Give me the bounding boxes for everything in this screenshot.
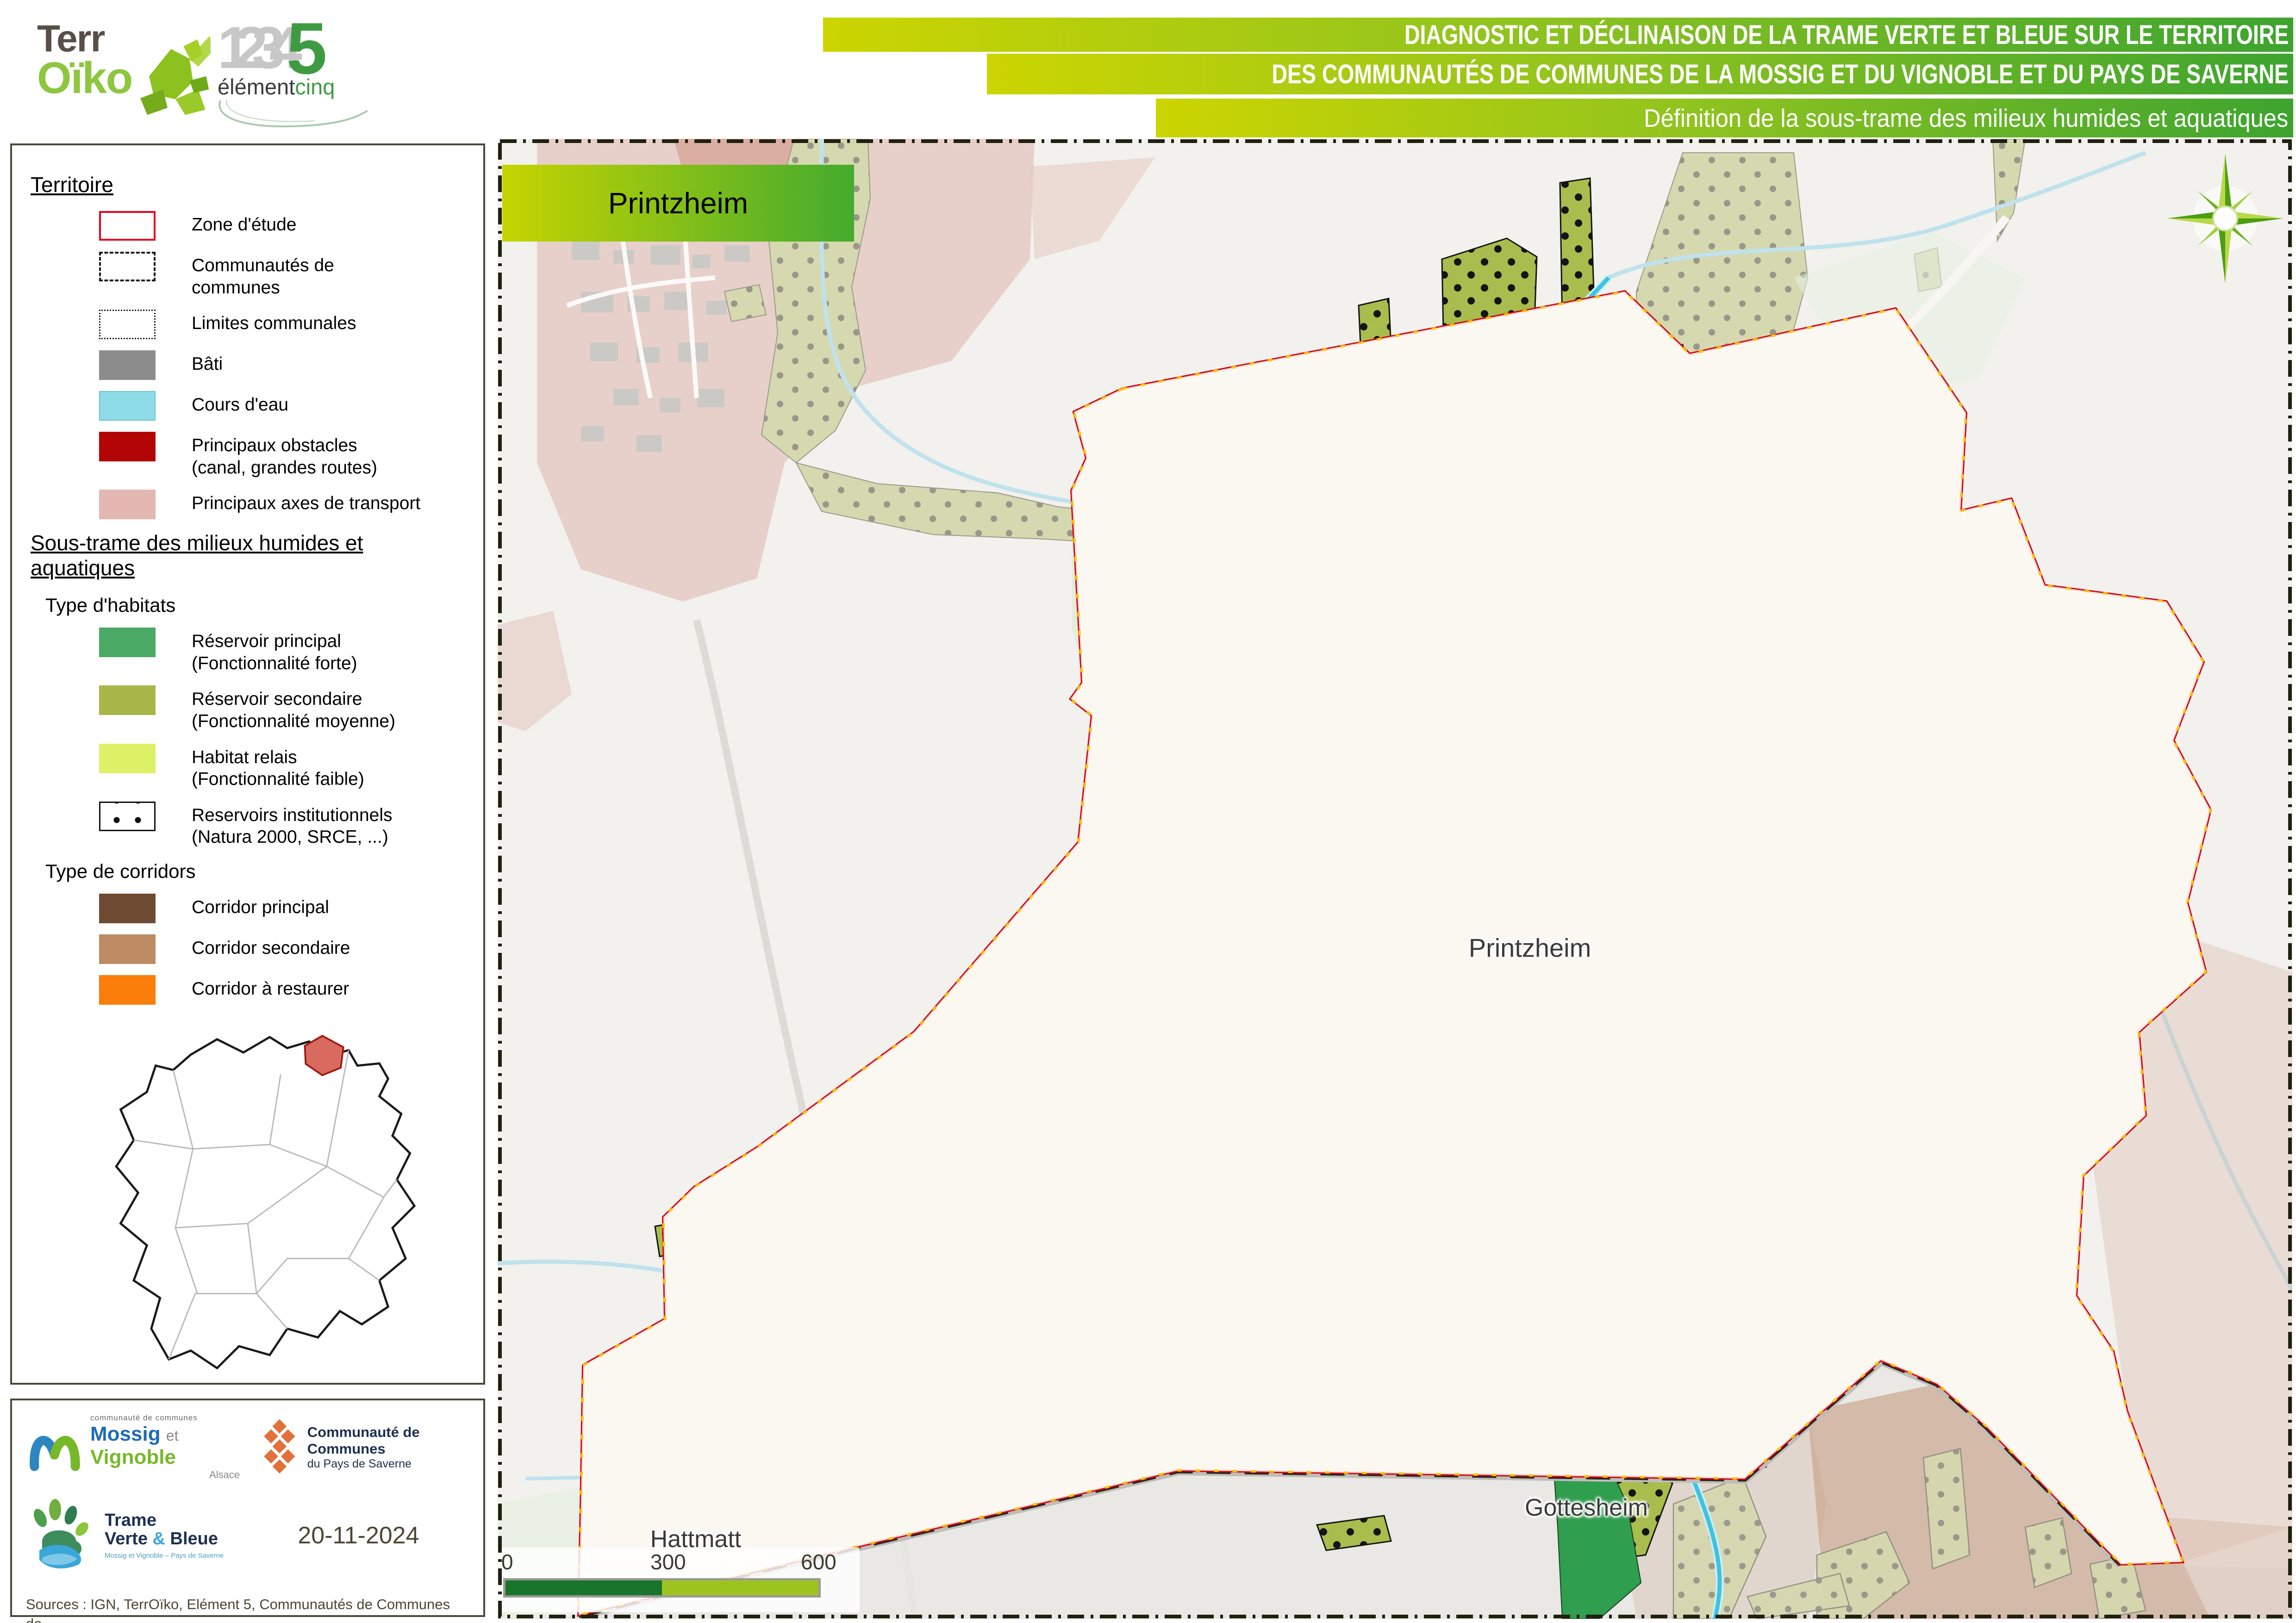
reservoirs-institutionnels-swatch <box>99 802 156 831</box>
legend-item-corridor-restaurer: Corridor à restaurer <box>99 975 469 1005</box>
legend-item-cours-eau: Cours d'eau <box>99 391 469 421</box>
zone-etude-swatch <box>99 211 156 241</box>
pays-saverne-logo: Communauté de Communes du Pays de Savern… <box>258 1412 469 1482</box>
banner-title-3: Définition de la sous-trame des milieux … <box>1156 99 2293 137</box>
legend-item-reservoir-secondaire: Réservoir secondaire (Fonctionnalité moy… <box>99 685 469 732</box>
scale-0: 0 <box>501 1549 513 1574</box>
credits-panel: communauté de communes Mossig et Vignobl… <box>10 1399 485 1617</box>
terroiko-text-1: Terr <box>37 21 132 57</box>
scale-300: 300 <box>650 1549 686 1574</box>
transport-swatch <box>99 490 156 519</box>
label-gottesheim: Gottesheim <box>1525 1494 1648 1522</box>
map-canvas[interactable]: Printzheim Printzheim Hattmatt Gotteshei… <box>498 139 2292 1619</box>
frog-icon <box>123 21 211 127</box>
legend-item-limites: Limites communales <box>99 310 469 339</box>
map-date: 20-11-2024 <box>298 1522 419 1549</box>
mossig-vignoble-logo: communauté de communes Mossig et Vignobl… <box>26 1413 240 1481</box>
banner-title-1-text: DIAGNOSTIC ET DÉCLINAISON DE LA TRAME VE… <box>1404 19 2293 50</box>
label-printzheim: Printzheim <box>1469 933 1591 963</box>
legend-corridors-title: Type de corridors <box>45 860 469 883</box>
element5-five: 5 <box>287 19 327 78</box>
element5-numbers: 1234 <box>218 19 287 78</box>
banner-title-1: DIAGNOSTIC ET DÉCLINAISON DE LA TRAME VE… <box>823 18 2293 52</box>
saverne-diamonds-icon <box>258 1412 301 1482</box>
terroiko-text-2: Oïko <box>37 57 132 99</box>
legend-panel: Territoire Zone d'étude Communautés de c… <box>10 143 485 1385</box>
legend-item-corridor-principal: Corridor principal <box>99 894 469 923</box>
compass-rose-icon <box>2163 149 2288 288</box>
legend-item-obstacles: Principaux obstacles (canal, grandes rou… <box>99 432 469 479</box>
legend-item-bati: Bâti <box>99 350 469 380</box>
terroiko-logo: Terr Oïko <box>37 21 231 137</box>
map-drawing <box>498 139 2292 1619</box>
map-title-box: Printzheim <box>502 165 854 242</box>
banner-title-3-text: Définition de la sous-trame des milieux … <box>1644 103 2293 133</box>
reservoir-secondaire-swatch <box>99 685 156 715</box>
legend-habitats-title: Type d'habitats <box>45 594 469 616</box>
legend-item-corridor-secondaire: Corridor secondaire <box>99 934 469 964</box>
tvb-paw-icon <box>26 1499 95 1573</box>
element5-word1: élément <box>218 75 295 99</box>
cours-eau-swatch <box>99 391 156 421</box>
legend-item-zone-etude: Zone d'étude <box>99 211 469 241</box>
element5-word2: cinq <box>295 75 335 99</box>
corridor-principal-swatch <box>99 894 156 923</box>
tvb-logo: Trame Verte & Bleue Mossig et Vignoble –… <box>26 1499 224 1573</box>
communautes-swatch <box>99 252 156 281</box>
legend-soustrame-title: Sous-trame des milieux humides et aquati… <box>31 530 469 580</box>
legend-item-communautes: Communautés de communes <box>99 252 469 298</box>
mossig-m-icon <box>26 1415 84 1480</box>
legend-territoire-title: Territoire <box>31 172 469 197</box>
legend-item-transport: Principaux axes de transport <box>99 490 469 519</box>
habitat-relais-swatch <box>99 744 156 773</box>
corridor-restaurer-swatch <box>99 975 156 1005</box>
sources-text: Sources : IGN, TerrOïko, Elément 5, Comm… <box>26 1595 469 1623</box>
banner-title-2: DES COMMUNAUTÉS DE COMMUNES DE LA MOSSIG… <box>987 54 2293 94</box>
banner-title-2-text: DES COMMUNAUTÉS DE COMMUNES DE LA MOSSIG… <box>1272 59 2293 90</box>
legend-item-reservoirs-institutionnels: Reservoirs institutionnels (Natura 2000,… <box>99 802 469 848</box>
locator-inset-map <box>42 1019 458 1389</box>
obstacles-swatch <box>99 432 156 461</box>
element5-swoosh-icon <box>218 99 370 132</box>
legend-item-habitat-relais: Habitat relais (Fonctionnalité faible) <box>99 744 469 790</box>
bati-swatch <box>99 350 156 380</box>
corridor-secondaire-swatch <box>99 934 156 964</box>
legend-item-reservoir-principal: Réservoir principal (Fonctionnalité fort… <box>99 628 469 674</box>
scale-bar: 0 300 600 m <box>498 1548 860 1612</box>
reservoir-principal-swatch <box>99 628 156 657</box>
limites-swatch <box>99 310 156 339</box>
element5-logo: 1234 5 élémentcinq <box>218 19 370 148</box>
